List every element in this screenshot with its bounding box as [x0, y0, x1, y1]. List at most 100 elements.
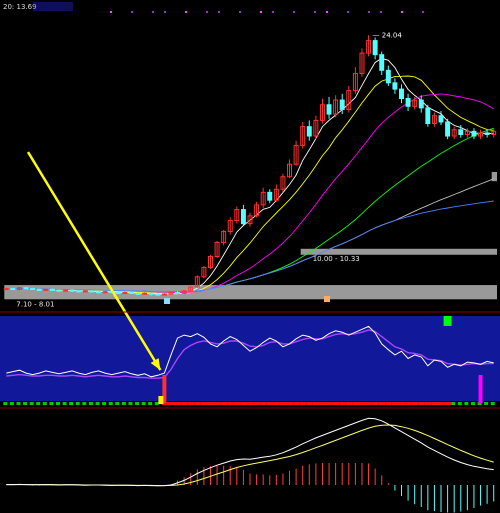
signal-bar-segment — [372, 402, 379, 405]
candle-body — [438, 115, 444, 123]
candle-body — [385, 69, 391, 84]
signal-bar-segment — [457, 402, 462, 405]
signal-bar-segment — [444, 402, 452, 405]
signal-bar-segment — [82, 402, 87, 405]
signal-bar-segment — [332, 402, 340, 405]
price-zone-bar — [300, 248, 497, 255]
signal-bar-segment — [181, 402, 188, 405]
candle-body — [102, 291, 108, 294]
price-panel: 14.65 - 15.2410.00 - 10.337.10 - 8.01— 2… — [3, 11, 497, 308]
diamond-marker-icon — [401, 11, 403, 13]
signal-bar-segment — [135, 402, 140, 405]
signal-bar-segment — [154, 402, 159, 405]
signal-bar-segment — [253, 402, 261, 405]
diamond-marker-icon — [368, 11, 370, 13]
candle-body — [399, 88, 404, 99]
signal-bar-segment — [418, 402, 425, 405]
signal-bar-segment — [490, 402, 495, 405]
diamond-marker-icon — [110, 11, 112, 13]
macd-panel — [6, 417, 495, 513]
signal-bar-segment — [36, 402, 41, 405]
diamond-marker-icon — [347, 11, 349, 13]
candle-body — [326, 104, 332, 115]
signal-bar-segment — [398, 402, 406, 405]
candle-body — [128, 291, 134, 294]
ma5-line — [6, 57, 494, 295]
diamond-marker-icon — [164, 11, 166, 13]
signal-bar-segment — [438, 402, 445, 405]
stock-chart: 14.65 - 15.2410.00 - 10.337.10 - 8.01— 2… — [0, 2, 500, 513]
diamond-marker-icon — [239, 11, 241, 13]
signal-bar-segment — [16, 402, 21, 405]
candle-body — [135, 292, 141, 295]
diamond-marker-icon — [380, 11, 382, 13]
tag-icon — [164, 298, 170, 304]
signal-bar-segment — [306, 402, 313, 405]
signal-bar-segment — [312, 402, 320, 405]
header: 20: 13.69 — [3, 2, 73, 11]
signal-bar-segment — [88, 402, 93, 405]
signal-bar-segment — [75, 402, 80, 405]
diamond-marker-icon — [206, 11, 208, 13]
signal-bar-segment — [451, 402, 456, 405]
candle-body — [240, 209, 246, 225]
candle-body — [471, 130, 477, 137]
diamond-marker-icon — [152, 11, 154, 13]
signal-bar-segment — [207, 402, 215, 405]
signal-bar-segment — [108, 402, 113, 405]
signal-bar-segment — [240, 402, 248, 405]
signal-bar-segment — [42, 402, 47, 405]
candle-body — [445, 121, 451, 137]
candle-body — [3, 288, 9, 291]
ma10-line — [6, 75, 494, 294]
signal-bar-segment — [293, 402, 300, 405]
diamond-marker-icon — [218, 11, 220, 13]
high-price-label: — 24.04 — [373, 31, 403, 39]
candle-body — [155, 293, 161, 296]
candle-body — [82, 290, 88, 293]
candle-body — [161, 293, 167, 296]
signal-bar-segment — [391, 402, 399, 405]
diamond-marker-icon — [260, 11, 262, 13]
signal-bar-segment — [299, 402, 307, 405]
signal-bar-segment — [339, 402, 346, 405]
candle-body — [148, 292, 154, 295]
oscillator-panel — [0, 316, 500, 405]
diamond-marker-icon — [131, 11, 133, 13]
price-zone-label: 7.10 - 8.01 — [16, 300, 54, 308]
signal-bar-segment — [62, 402, 67, 405]
diamond-marker-icon — [314, 11, 316, 13]
signal-bar-segment — [260, 402, 267, 405]
signal-bar-segment — [484, 402, 489, 405]
candle-body — [484, 132, 490, 135]
header-badge — [33, 2, 73, 11]
diamond-marker-icon — [422, 11, 424, 13]
oscillator-background — [0, 316, 500, 401]
candle-body — [392, 82, 398, 90]
signal-bar-segment — [286, 402, 294, 405]
candle-body — [142, 292, 148, 295]
diamond-marker-icon — [272, 11, 274, 13]
signal-bar-segment — [102, 402, 107, 405]
candle-body — [372, 40, 378, 56]
candle-body — [43, 288, 49, 291]
signal-bar-segment — [326, 402, 333, 405]
signal-bar-segment — [405, 402, 412, 405]
signal-bar-segment — [49, 402, 54, 405]
tag-icon — [158, 396, 164, 404]
signal-marker-bar — [478, 375, 483, 403]
candle-body — [418, 99, 424, 109]
signal-bar-segment — [200, 402, 208, 405]
candle-body — [175, 291, 181, 294]
ma20-line — [6, 93, 494, 293]
signal-bar-segment — [358, 402, 366, 405]
signal-bar-segment — [174, 402, 182, 405]
signal-bar-segment — [23, 402, 28, 405]
signal-bar-segment — [273, 402, 280, 405]
candle-body — [306, 126, 312, 137]
tag-icon — [324, 296, 330, 302]
signal-bar-segment — [352, 402, 359, 405]
candle-body — [405, 97, 411, 107]
signal-bar-segment — [319, 402, 327, 405]
signal-bar-segment — [55, 402, 60, 405]
